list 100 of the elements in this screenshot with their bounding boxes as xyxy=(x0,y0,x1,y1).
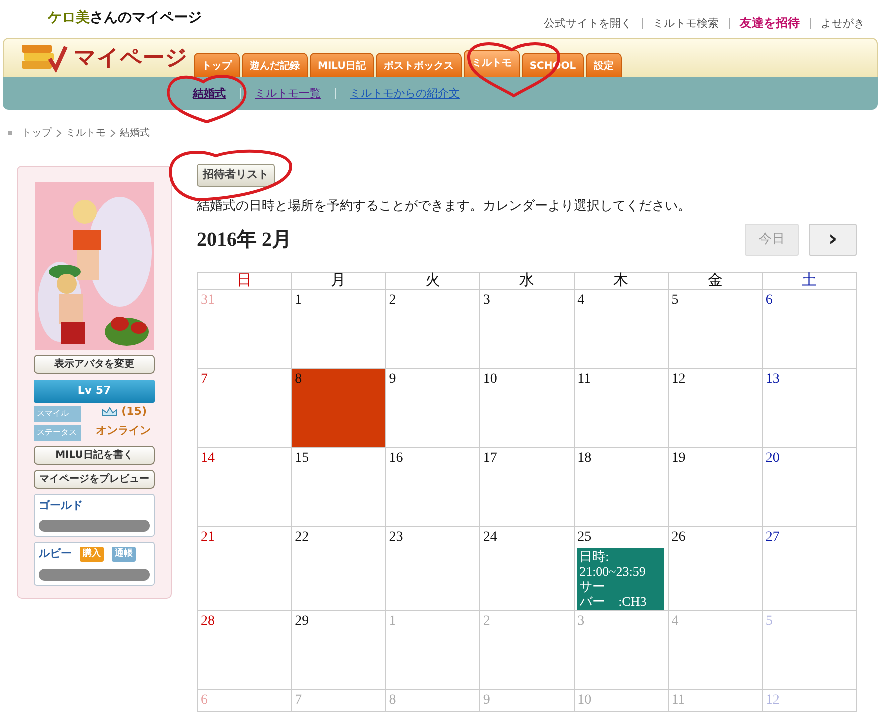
next-button[interactable]: › xyxy=(809,224,857,256)
breadcrumb-item[interactable]: ミルトモ xyxy=(66,126,106,140)
calendar-day[interactable]: 15 xyxy=(292,448,386,526)
day-number: 2 xyxy=(389,293,396,309)
day-number: 8 xyxy=(389,693,396,709)
calendar-day[interactable]: 12 xyxy=(668,368,762,448)
day-number: 2 xyxy=(483,614,490,630)
day-number: 18 xyxy=(578,451,592,467)
day-number: 22 xyxy=(295,530,310,546)
crown-icon xyxy=(102,407,118,417)
top-link[interactable]: ミルトモ検索 xyxy=(642,18,729,28)
calendar-day[interactable]: 29 xyxy=(292,610,386,690)
calendar-day[interactable]: 2 xyxy=(386,290,480,368)
calendar-day[interactable]: 9 xyxy=(386,368,480,448)
user-name: ケロ美 xyxy=(48,10,90,26)
day-number: 1 xyxy=(295,293,302,309)
sub-tab[interactable]: ミルトモ一覧 xyxy=(240,88,335,99)
calendar-day[interactable]: 11 xyxy=(574,368,668,448)
day-number: 9 xyxy=(483,693,490,709)
logo-text: マイページ xyxy=(74,44,188,72)
day-number: 4 xyxy=(578,293,585,309)
day-number: 5 xyxy=(766,614,773,630)
day-number: 15 xyxy=(295,451,310,467)
month-title: 2016年 2月 xyxy=(197,228,292,252)
calendar-day[interactable]: 8 xyxy=(292,368,386,448)
day-number: 7 xyxy=(295,693,302,709)
change-avatar-button[interactable]: 表示アバタを変更 xyxy=(34,355,155,374)
day-number: 29 xyxy=(295,614,310,630)
smile-count: (15) xyxy=(122,404,147,420)
today-button: 今日 xyxy=(745,224,799,256)
top-link[interactable]: 公式サイトを開く xyxy=(534,18,642,28)
day-number: 21 xyxy=(201,530,215,546)
bullet-icon xyxy=(8,131,12,135)
calendar-day[interactable]: 6 xyxy=(762,290,856,368)
day-number: 25 xyxy=(578,530,592,546)
day-number: 26 xyxy=(672,530,686,546)
calendar-day[interactable]: 17 xyxy=(480,448,574,526)
day-number: 28 xyxy=(201,614,215,630)
weekday-header: 木 xyxy=(574,272,668,290)
preview-button[interactable]: マイページをプレビュー xyxy=(34,470,155,488)
sub-tab[interactable]: 結婚式 xyxy=(193,88,240,99)
weekday-header: 水 xyxy=(480,272,574,290)
event-entry[interactable]: 日時: 21:00~23:59 サー バー :CH3 xyxy=(576,548,664,610)
chevron-icon xyxy=(110,128,116,138)
day-number: 10 xyxy=(483,372,498,388)
day-number: 8 xyxy=(295,372,302,388)
day-number: 5 xyxy=(672,293,679,309)
calendar-day[interactable]: 25 日時: 21:00~23:59 サー バー :CH3 xyxy=(574,526,668,610)
day-number: 12 xyxy=(766,693,780,709)
calendar-day[interactable]: 3 xyxy=(480,290,574,368)
weekday-header: 金 xyxy=(668,272,762,290)
day-number: 13 xyxy=(766,372,780,388)
calendar-day[interactable]: 13 xyxy=(762,368,856,448)
calendar-day[interactable]: 10 xyxy=(480,368,574,448)
level-bar: Lv 57 xyxy=(34,380,155,402)
page-title: さんのマイページ xyxy=(90,10,202,26)
calendar-day[interactable]: 19 xyxy=(668,448,762,526)
calendar-day[interactable]: 24 xyxy=(480,526,574,610)
day-number: 3 xyxy=(578,614,585,630)
calendar-day[interactable]: 14 xyxy=(198,448,292,526)
day-number: 23 xyxy=(389,530,404,546)
day-number: 3 xyxy=(483,293,490,309)
calendar-day[interactable]: 21 xyxy=(198,526,292,610)
day-number: 1 xyxy=(389,614,396,630)
day-number: 4 xyxy=(672,614,679,630)
top-link[interactable]: よせがき xyxy=(810,18,875,28)
day-number: 12 xyxy=(672,372,686,388)
smile-label: スマイル xyxy=(34,406,81,422)
calendar-day[interactable]: 28 xyxy=(198,610,292,690)
calendar-day[interactable]: 27 xyxy=(762,526,856,610)
day-number: 7 xyxy=(201,372,208,388)
calendar-day[interactable]: 18 xyxy=(574,448,668,526)
write-diary-button[interactable]: MILU日記を書く xyxy=(34,446,155,464)
day-number: 27 xyxy=(766,530,780,546)
description: 結婚式の日時と場所を予約することができます。カレンダーより選択してください。 xyxy=(197,198,692,216)
calendar-day[interactable]: 22 xyxy=(292,526,386,610)
day-number: 9 xyxy=(389,372,396,388)
calendar-day[interactable]: 20 xyxy=(762,448,856,526)
invite-list-button[interactable]: 招待者リスト xyxy=(197,164,275,186)
online-status: オンライン xyxy=(96,422,151,439)
calendar-day[interactable]: 23 xyxy=(386,526,480,610)
day-number: 31 xyxy=(201,293,215,309)
calendar-day[interactable]: 5 xyxy=(668,290,762,368)
calendar-day[interactable]: 4 xyxy=(574,290,668,368)
breadcrumb-item: 結婚式 xyxy=(120,126,150,140)
calendar-day[interactable]: 26 xyxy=(668,526,762,610)
top-link[interactable]: 友達を招待 xyxy=(729,18,810,28)
day-number: 14 xyxy=(201,451,215,467)
day-number: 17 xyxy=(483,451,498,467)
day-number: 11 xyxy=(578,372,592,388)
status-label: ステータス xyxy=(34,424,81,440)
day-number: 6 xyxy=(766,293,773,309)
day-number: 24 xyxy=(483,530,498,546)
calendar-day[interactable]: 16 xyxy=(386,448,480,526)
points-title: ルビー xyxy=(39,546,72,562)
breadcrumb-item[interactable]: トップ xyxy=(22,126,52,140)
day-number: 20 xyxy=(766,451,780,467)
day-number: 10 xyxy=(578,693,592,709)
weekday-header: 月 xyxy=(292,272,386,290)
currency-title: ゴールド xyxy=(39,498,84,514)
